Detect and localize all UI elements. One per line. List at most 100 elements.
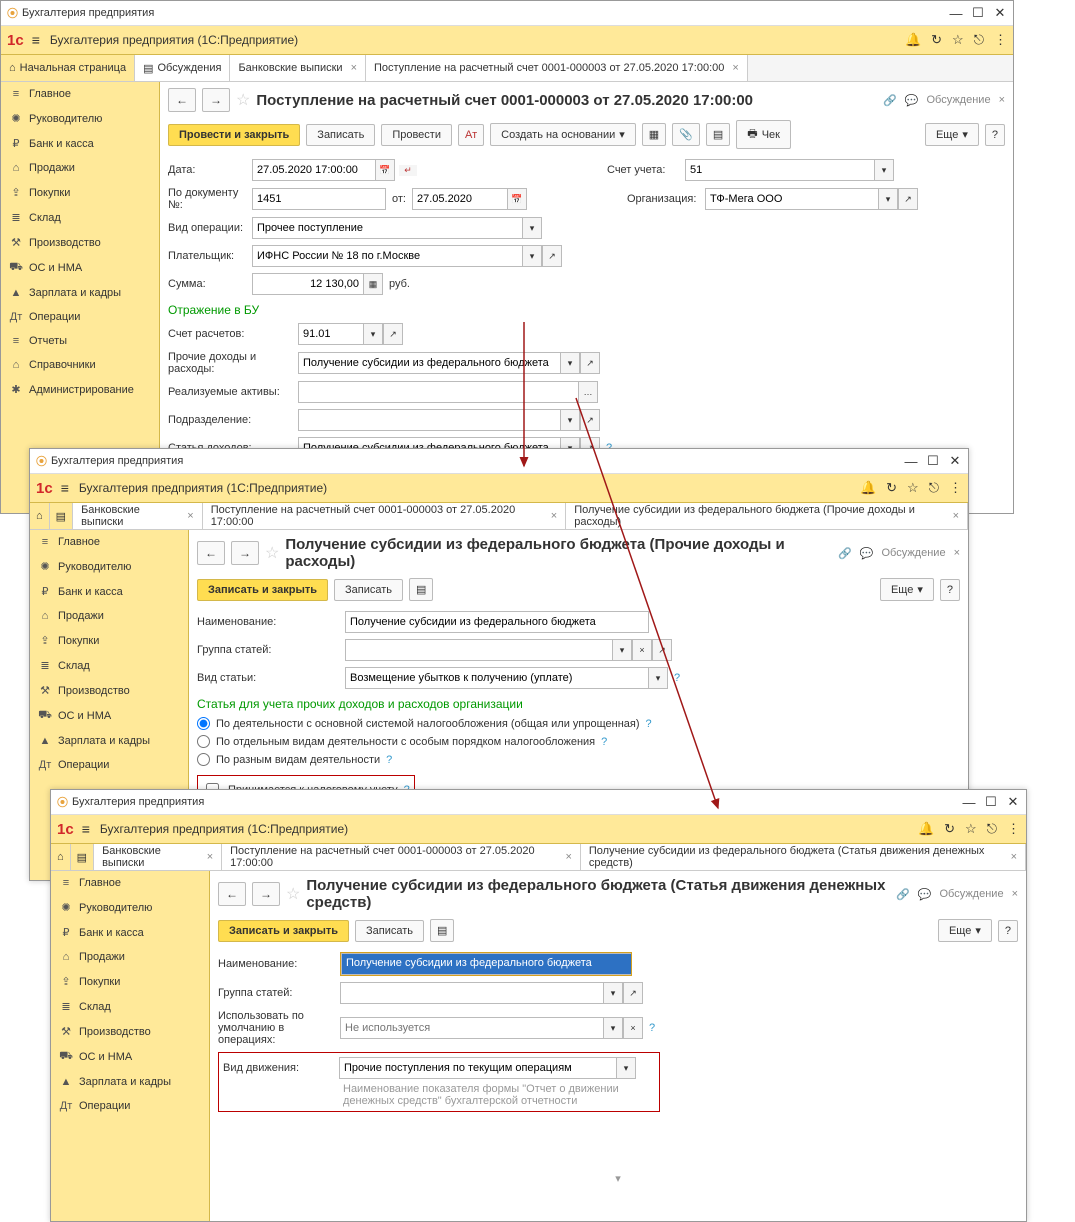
group-input[interactable] [340,982,603,1004]
help-button[interactable]: ? [940,579,960,601]
sidebar-item[interactable]: ⌂Продажи [1,156,159,180]
dropdown-icon[interactable]: ▾ [522,245,542,267]
default-ops-input[interactable] [340,1017,603,1039]
dept-input[interactable] [298,409,560,431]
star-icon[interactable]: ☆ [965,821,977,837]
more-button[interactable]: Еще ▾ [925,123,979,146]
report-button[interactable]: ▦ [642,123,666,146]
tab-chat[interactable]: ▤ [50,503,73,529]
close-tab-icon[interactable]: × [1011,851,1017,863]
movtype-input[interactable] [339,1057,616,1079]
sum-input[interactable] [252,273,363,295]
more-icon[interactable]: ⋮ [994,32,1007,48]
sidebar-item[interactable]: ₽Банк и касса [30,579,188,604]
sidebar-item[interactable]: ≡Главное [30,530,188,554]
help-link-icon[interactable]: ? [674,672,680,684]
tab-bank[interactable]: Банковские выписки× [230,55,366,81]
sidebar-item[interactable]: ⛟ОС и НМА [30,703,188,729]
discuss-label[interactable]: Обсуждение [926,94,990,106]
group-input[interactable] [345,639,612,661]
back-button[interactable]: ← [197,541,225,565]
favorite-star-icon[interactable]: ☆ [286,884,300,904]
more-icon[interactable]: … [578,381,598,403]
close-tab-icon[interactable]: × [187,510,193,522]
dropdown-icon[interactable]: ▾ [560,409,580,431]
favorite-star-icon[interactable]: ☆ [265,543,279,563]
forward-button[interactable]: → [202,88,230,112]
name-input[interactable] [345,611,649,633]
clear-icon[interactable]: × [632,639,652,661]
sidebar-item[interactable]: ⇪Покупки [1,180,159,205]
assets-input[interactable] [298,381,578,403]
sidebar-item[interactable]: ≡Главное [1,82,159,106]
sidebar-item[interactable]: ✺Руководителю [30,554,188,579]
star-icon[interactable]: ☆ [907,480,919,496]
more-button[interactable]: Еще ▾ [880,578,934,601]
create-based-button[interactable]: Создать на основании ▾ [490,123,636,146]
close-tab-icon[interactable]: × [732,62,738,74]
tab-home[interactable]: ⌂ [51,844,71,870]
sidebar-item[interactable]: ▲Зарплата и кадры [1,281,159,305]
sidebar-item[interactable]: ✺Руководителю [1,106,159,131]
menu-burger-icon[interactable]: ≡ [82,821,90,837]
star-icon[interactable]: ☆ [952,32,964,48]
help-button[interactable]: ? [985,124,1005,146]
bell-icon[interactable]: 🔔 [905,32,921,48]
clear-icon[interactable]: × [623,1017,643,1039]
close-button[interactable]: ✕ [1006,795,1020,809]
print-button[interactable]: ▤ [706,123,730,146]
calc-icon[interactable]: ▦ [363,273,383,295]
close-tab-icon[interactable]: × [565,851,571,863]
dropdown-icon[interactable]: ▾ [363,323,383,345]
radio-special-tax[interactable] [197,735,210,748]
sidebar-item[interactable]: ≡Главное [51,871,209,895]
sidebar-item[interactable]: ✱Администрирование [1,377,159,402]
open-icon[interactable]: ↗ [580,409,600,431]
sidebar-item[interactable]: ⛟ОС и НМА [51,1044,209,1070]
more-icon[interactable]: ⋮ [949,480,962,496]
dropdown-icon[interactable]: ▾ [616,1057,636,1079]
optype-input[interactable] [252,217,522,239]
payer-input[interactable] [252,245,522,267]
back-button[interactable]: ← [168,88,196,112]
radio-main-tax[interactable] [197,717,210,730]
tab-home[interactable]: ⌂Начальная страница [1,55,135,81]
link-icon[interactable]: ⎋ [987,821,997,837]
close-tab-icon[interactable]: × [953,510,959,522]
minimize-button[interactable]: — [904,454,918,468]
open-icon[interactable]: ↗ [623,982,643,1004]
minimize-button[interactable]: — [962,795,976,809]
doc-close-icon[interactable]: × [954,547,960,559]
sidebar-item[interactable]: ⌂Справочники [1,353,159,377]
name-input[interactable]: Получение субсидии из федерального бюдже… [341,953,631,975]
sidebar-item[interactable]: ✺Руководителю [51,895,209,920]
sidebar-item[interactable]: ≣Склад [30,653,188,678]
dropdown-icon[interactable]: ▾ [603,1017,623,1039]
close-tab-icon[interactable]: × [551,510,557,522]
dropdown-icon[interactable]: ▾ [603,982,623,1004]
type-input[interactable] [345,667,648,689]
open-icon[interactable]: ↗ [898,188,918,210]
flag-icon[interactable]: ↵ [399,165,417,176]
sidebar-item[interactable]: ⇪Покупки [30,628,188,653]
more-icon[interactable]: ⋮ [1007,821,1020,837]
sidebar-item[interactable]: ⌂Продажи [51,945,209,969]
sidebar-item[interactable]: ₽Банк и касса [51,920,209,945]
list-button[interactable]: ▤ [409,578,433,601]
discuss-icon[interactable]: 💬 [860,547,874,560]
menu-burger-icon[interactable]: ≡ [61,480,69,496]
help-link-icon[interactable]: ? [649,1022,655,1034]
discuss-icon[interactable]: 💬 [918,888,932,901]
dropdown-icon[interactable]: ▾ [648,667,668,689]
sidebar-item[interactable]: ⌂Продажи [30,604,188,628]
forward-button[interactable]: → [231,541,259,565]
open-icon[interactable]: ↗ [580,352,600,374]
discuss-icon[interactable]: 💬 [905,94,919,107]
bell-icon[interactable]: 🔔 [860,480,876,496]
link-icon[interactable]: 🔗 [838,547,852,560]
close-tab-icon[interactable]: × [207,851,213,863]
close-button[interactable]: ✕ [948,454,962,468]
forward-button[interactable]: → [252,882,280,906]
expand-icon[interactable]: ▾ [218,1172,1018,1185]
minimize-button[interactable]: — [949,6,963,20]
